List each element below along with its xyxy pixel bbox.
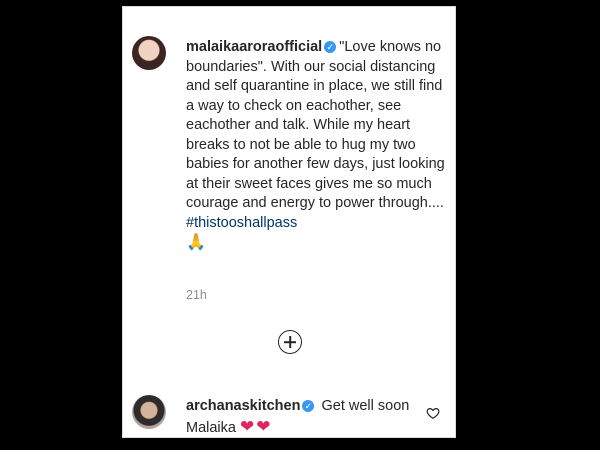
commenter-avatar[interactable] <box>132 395 166 429</box>
comment: archanaskitchen ✓ Get well soon Malaika ❤… <box>186 397 426 437</box>
verified-badge-icon: ✓ <box>302 400 315 412</box>
hashtag-link[interactable]: #thistooshallpass <box>186 215 297 231</box>
author-username[interactable]: malaikaaroraofficial <box>186 39 322 55</box>
red-heart-icon: ❤❤ <box>240 416 273 436</box>
post-panel: malaikaaroraofficial ✓ "Love knows no boun… <box>122 6 456 438</box>
post-caption: malaikaaroraofficial ✓ "Love knows no boun… <box>186 38 450 252</box>
author-avatar[interactable] <box>132 36 166 70</box>
heart-outline-icon[interactable] <box>426 406 440 420</box>
post-timestamp[interactable]: 21h <box>186 288 207 302</box>
commenter-username[interactable]: archanaskitchen <box>186 398 300 414</box>
caption-text: "Love knows no boundaries". With our soc… <box>186 39 445 211</box>
plus-circle-icon[interactable] <box>278 330 302 354</box>
praying-hands-icon: 🙏 <box>186 234 206 251</box>
verified-badge-icon: ✓ <box>324 41 337 53</box>
